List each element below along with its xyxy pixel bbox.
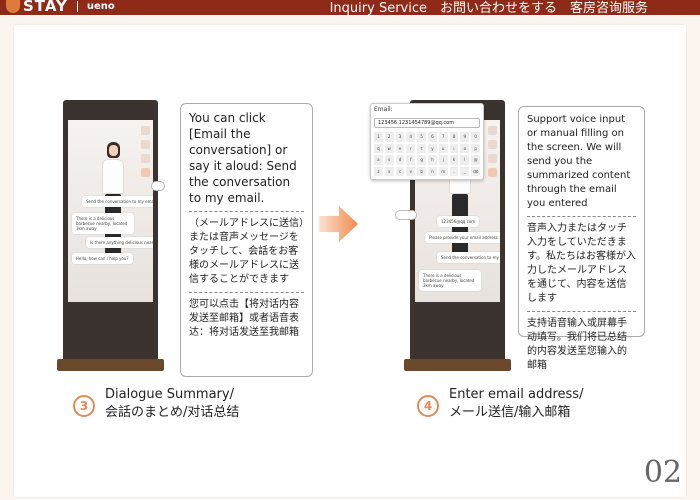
chat-bubble-bot: There is a delicious barbecue nearby, lo… [72, 213, 134, 234]
brand-logo: STAY ueno [6, 0, 115, 15]
chat-bubble-bot: Hello, how can I help you? [72, 253, 133, 264]
divider [189, 211, 304, 212]
keyboard-key[interactable]: _ [460, 166, 470, 176]
keyboard-key[interactable]: m [438, 166, 448, 176]
keyboard-key[interactable]: d [395, 155, 405, 165]
settings-icon[interactable] [488, 154, 497, 163]
divider [527, 311, 636, 312]
virtual-keyboard: 1 2 3 4 5 6 7 8 9 0 q w e r t y u i o p a s d f g h j k l @ z x c v b n m. _ ⌫ [374, 132, 480, 176]
keyboard-key[interactable]: 8 [449, 132, 459, 142]
keyboard-key[interactable]: u [438, 143, 448, 153]
divider [527, 216, 636, 217]
keyboard-key[interactable]: h [428, 155, 437, 165]
keyboard-key[interactable]: p [471, 143, 480, 153]
keyboard-key[interactable]: . [449, 166, 459, 176]
shield-logo-icon [6, 0, 20, 13]
divider [189, 292, 304, 293]
brand-sub: ueno [86, 0, 115, 12]
step-dialogue-summary: 3 Dialogue Summary/ 会話のまとめ/对话总结 [73, 386, 239, 422]
keyboard-key[interactable]: c [395, 166, 405, 176]
keyboard-key[interactable]: a [374, 155, 383, 165]
step-title-jp-cn: 会話のまとめ/对话总结 [105, 405, 240, 420]
step-title-jp-cn: メール送信/输入邮箱 [449, 405, 571, 420]
keyboard-key[interactable]: j [438, 155, 448, 165]
keyboard-key[interactable]: @ [471, 155, 480, 165]
keyboard-key[interactable]: q [374, 143, 383, 153]
callout-jp-text: （メールアドレスに送信）または音声メッセージをタッチして、会話をお客様のメールア… [189, 218, 304, 285]
email-icon[interactable] [488, 168, 497, 177]
keyboard-key[interactable]: r [406, 143, 416, 153]
keyboard-key[interactable]: t [417, 143, 426, 153]
callout-enter-email: Support voice input or manual filling on… [518, 106, 645, 371]
page-number: 02 [643, 455, 682, 490]
kiosk-base [57, 359, 164, 371]
keyboard-key[interactable]: 3 [395, 132, 405, 142]
kiosk-base [404, 359, 511, 371]
email-icon[interactable] [141, 168, 150, 177]
keyboard-key[interactable]: z [374, 166, 383, 176]
callout-jp-text: 音声入力またはタッチ入力をしていただきます。私たちはお客様が入力したメールアドレ… [527, 223, 636, 304]
callout-cn-text: 支持语音输入或屏幕手动填写。我们将已总结的内容发送至您输入的邮箱 [527, 318, 627, 371]
keyboard-key[interactable]: b [417, 166, 426, 176]
keyboard-key[interactable]: 4 [406, 132, 416, 142]
keyboard-key[interactable]: 0 [471, 132, 480, 142]
keyboard-key[interactable]: o [460, 143, 470, 153]
keyboard-key[interactable]: 2 [384, 132, 394, 142]
keyboard-key[interactable]: i [449, 143, 459, 153]
callout-dialogue-summary: You can click [Email the conversation] o… [180, 103, 313, 377]
keyboard-key[interactable]: n [428, 166, 437, 176]
keyboard-key[interactable]: k [449, 155, 459, 165]
step-number-badge: 4 [417, 395, 439, 417]
header-bar: STAY ueno Inquiry Service お問い合わせをする 客房咨询… [0, 0, 700, 16]
keyboard-key[interactable]: w [384, 143, 394, 153]
callout-cn-text: 您可以点击【将对话内容发送至邮箱】或者语音表达：将对话发送至我邮箱 [189, 299, 299, 338]
kiosk-screen-3: Send the conversation to my email There … [68, 120, 153, 302]
keyboard-key[interactable]: s [384, 155, 394, 165]
language-icon[interactable] [141, 140, 150, 149]
menu-icon[interactable] [141, 126, 150, 135]
step-enter-email: 4 Enter email address/ メール送信/输入邮箱 [417, 386, 583, 422]
step-title-en: Enter email address/ [449, 387, 584, 402]
keyboard-key[interactable]: 6 [428, 132, 437, 142]
callout-en-text: Support voice input or manual filling on… [527, 114, 631, 209]
keyboard-key[interactable]: f [406, 155, 416, 165]
chat-bubble-user: 123456@qq.com [437, 216, 480, 227]
chat-bubble-bot: There is a delicious barbecue nearby, lo… [419, 270, 481, 291]
keyboard-key[interactable]: 1 [374, 132, 383, 142]
step-number-badge: 3 [73, 395, 95, 417]
keyboard-key[interactable]: l [460, 155, 470, 165]
keyboard-key[interactable]: 5 [417, 132, 426, 142]
chat-bubble-user: Is there anything delicious nearby? [86, 237, 153, 248]
arrow-right-icon [319, 206, 358, 242]
pointing-hand-icon [151, 181, 165, 191]
chat-bubble-user: Send the conversation to my email [437, 252, 500, 263]
keyboard-key[interactable]: v [406, 166, 416, 176]
keyboard-key[interactable]: y [428, 143, 437, 153]
keyboard-key[interactable]: ⌫ [471, 166, 480, 176]
menu-icon[interactable] [488, 126, 497, 135]
pointing-hand-icon [395, 210, 417, 220]
kiosk-device-3: Send the conversation to my email There … [57, 100, 164, 371]
keyboard-key[interactable]: 9 [460, 132, 470, 142]
callout-en-text: You can click [Email the conversation] o… [189, 111, 297, 205]
keyboard-key[interactable]: x [384, 166, 394, 176]
brand-name: STAY [23, 0, 68, 15]
email-label: Email: [374, 106, 393, 113]
step-title-en: Dialogue Summary/ [105, 387, 234, 402]
chat-bubble-bot: Please provide your email address [425, 232, 500, 243]
keyboard-key[interactable]: 7 [438, 132, 448, 142]
keyboard-key[interactable]: g [417, 155, 426, 165]
page-title: Inquiry Service お問い合わせをする 客房咨询服务 [329, 1, 648, 16]
email-input-popup: Email: 123456 1231454789@qq.com 12345678… [370, 103, 484, 180]
keyboard-key[interactable]: e [395, 143, 405, 153]
language-icon[interactable] [488, 140, 497, 149]
email-field[interactable]: 123456 1231454789@qq.com [374, 118, 480, 128]
settings-icon[interactable] [141, 154, 150, 163]
brand-divider [76, 0, 78, 12]
chat-bubble-user: Send the conversation to my email [82, 196, 153, 207]
